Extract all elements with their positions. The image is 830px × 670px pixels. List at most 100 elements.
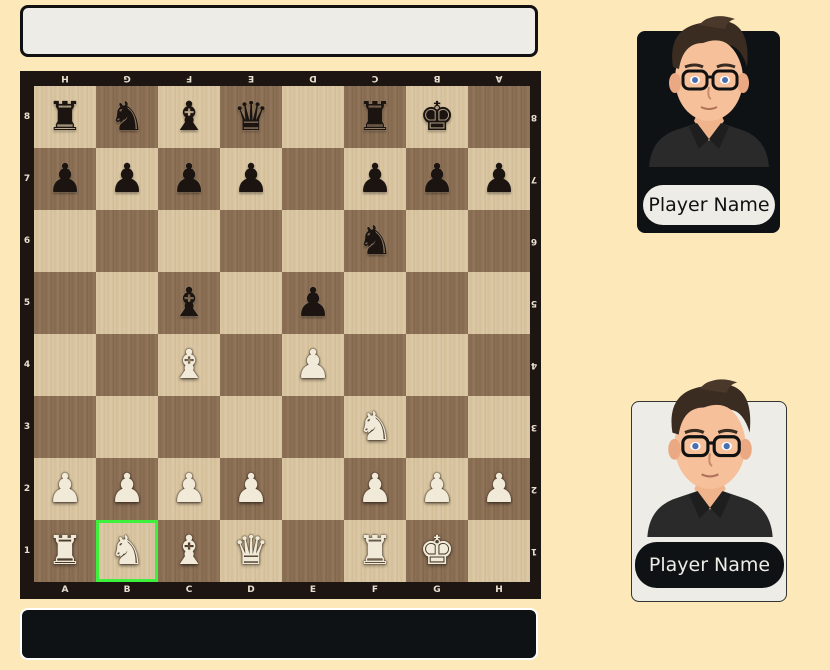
black-pawn-icon[interactable]: ♟ [295,283,331,323]
square-c2[interactable]: ♟ [158,458,220,520]
square-c5[interactable]: ♝ [158,272,220,334]
square-a3[interactable] [34,396,96,458]
black-pawn-icon[interactable]: ♟ [481,159,517,199]
avatar-icon [647,379,773,537]
square-h1[interactable] [468,520,530,582]
square-d5[interactable] [220,272,282,334]
square-d6[interactable] [220,210,282,272]
square-d4[interactable] [220,334,282,396]
square-c6[interactable] [158,210,220,272]
square-c1[interactable]: ♝ [158,520,220,582]
chessboard[interactable]: ♜ ♞ ♝ ♛ ♜ ♚ ♟ ♟ ♟ ♟ ♟ ♟ ♟ ♞ ♝ ♟ ♝ ♟ ♞ ♟ ♟ ♟ ♟ ♟ ♟ ♟ ♜ ♞ ♝ ♛ ♜ ♚ [34,86,530,582]
white-pawn-icon[interactable]: ♟ [295,345,331,385]
square-e7[interactable] [282,148,344,210]
white-pawn-icon[interactable]: ♟ [419,469,455,509]
square-b2[interactable]: ♟ [96,458,158,520]
square-g1[interactable]: ♚ [406,520,468,582]
square-a5[interactable] [34,272,96,334]
white-pawn-icon[interactable]: ♟ [357,469,393,509]
square-c4[interactable]: ♝ [158,334,220,396]
black-pawn-icon[interactable]: ♟ [171,159,207,199]
white-rook-icon[interactable]: ♜ [47,531,83,571]
square-b1[interactable]: ♞ [96,520,158,582]
square-f8[interactable]: ♜ [344,86,406,148]
square-g4[interactable] [406,334,468,396]
square-h8[interactable] [468,86,530,148]
square-b4[interactable] [96,334,158,396]
square-b7[interactable]: ♟ [96,148,158,210]
black-knight-icon[interactable]: ♞ [357,221,393,261]
square-g6[interactable] [406,210,468,272]
white-king-icon[interactable]: ♚ [419,531,455,571]
square-d8[interactable]: ♛ [220,86,282,148]
square-d2[interactable]: ♟ [220,458,282,520]
white-rook-icon[interactable]: ♜ [357,531,393,571]
square-e3[interactable] [282,396,344,458]
white-knight-icon[interactable]: ♞ [357,407,393,447]
square-h4[interactable] [468,334,530,396]
black-pawn-icon[interactable]: ♟ [47,159,83,199]
avatar-icon [649,16,769,167]
square-a1[interactable]: ♜ [34,520,96,582]
square-b6[interactable] [96,210,158,272]
square-e5[interactable]: ♟ [282,272,344,334]
square-d7[interactable]: ♟ [220,148,282,210]
square-g5[interactable] [406,272,468,334]
square-b5[interactable] [96,272,158,334]
square-e2[interactable] [282,458,344,520]
square-a2[interactable]: ♟ [34,458,96,520]
black-bishop-icon[interactable]: ♝ [171,97,207,137]
square-d1[interactable]: ♛ [220,520,282,582]
square-f6[interactable]: ♞ [344,210,406,272]
white-bishop-icon[interactable]: ♝ [171,531,207,571]
black-knight-icon[interactable]: ♞ [109,97,145,137]
square-e6[interactable] [282,210,344,272]
black-pawn-icon[interactable]: ♟ [109,159,145,199]
white-knight-icon[interactable]: ♞ [109,531,145,571]
white-pawn-icon[interactable]: ♟ [233,469,269,509]
square-g7[interactable]: ♟ [406,148,468,210]
white-bishop-icon[interactable]: ♝ [171,345,207,385]
white-pawn-icon[interactable]: ♟ [481,469,517,509]
square-h7[interactable]: ♟ [468,148,530,210]
black-pawn-icon[interactable]: ♟ [419,159,455,199]
black-bishop-icon[interactable]: ♝ [171,283,207,323]
white-pawn-icon[interactable]: ♟ [109,469,145,509]
square-h5[interactable] [468,272,530,334]
black-pawn-icon[interactable]: ♟ [233,159,269,199]
square-g3[interactable] [406,396,468,458]
white-pawn-icon[interactable]: ♟ [47,469,83,509]
square-f5[interactable] [344,272,406,334]
square-h2[interactable]: ♟ [468,458,530,520]
square-a7[interactable]: ♟ [34,148,96,210]
square-h6[interactable] [468,210,530,272]
square-d3[interactable] [220,396,282,458]
square-e8[interactable] [282,86,344,148]
square-b8[interactable]: ♞ [96,86,158,148]
white-queen-icon[interactable]: ♛ [233,531,269,571]
square-e4[interactable]: ♟ [282,334,344,396]
square-a4[interactable] [34,334,96,396]
square-e1[interactable] [282,520,344,582]
square-b3[interactable] [96,396,158,458]
square-a8[interactable]: ♜ [34,86,96,148]
square-h3[interactable] [468,396,530,458]
black-pawn-icon[interactable]: ♟ [357,159,393,199]
white-pawn-icon[interactable]: ♟ [171,469,207,509]
square-f3[interactable]: ♞ [344,396,406,458]
square-f7[interactable]: ♟ [344,148,406,210]
black-king-icon[interactable]: ♚ [419,97,455,137]
square-a6[interactable] [34,210,96,272]
black-rook-icon[interactable]: ♜ [47,97,83,137]
square-c3[interactable] [158,396,220,458]
bottom-status-bar [20,608,538,660]
square-f4[interactable] [344,334,406,396]
square-c8[interactable]: ♝ [158,86,220,148]
square-c7[interactable]: ♟ [158,148,220,210]
square-f1[interactable]: ♜ [344,520,406,582]
square-g2[interactable]: ♟ [406,458,468,520]
square-g8[interactable]: ♚ [406,86,468,148]
square-f2[interactable]: ♟ [344,458,406,520]
black-queen-icon[interactable]: ♛ [233,97,269,137]
black-rook-icon[interactable]: ♜ [357,97,393,137]
